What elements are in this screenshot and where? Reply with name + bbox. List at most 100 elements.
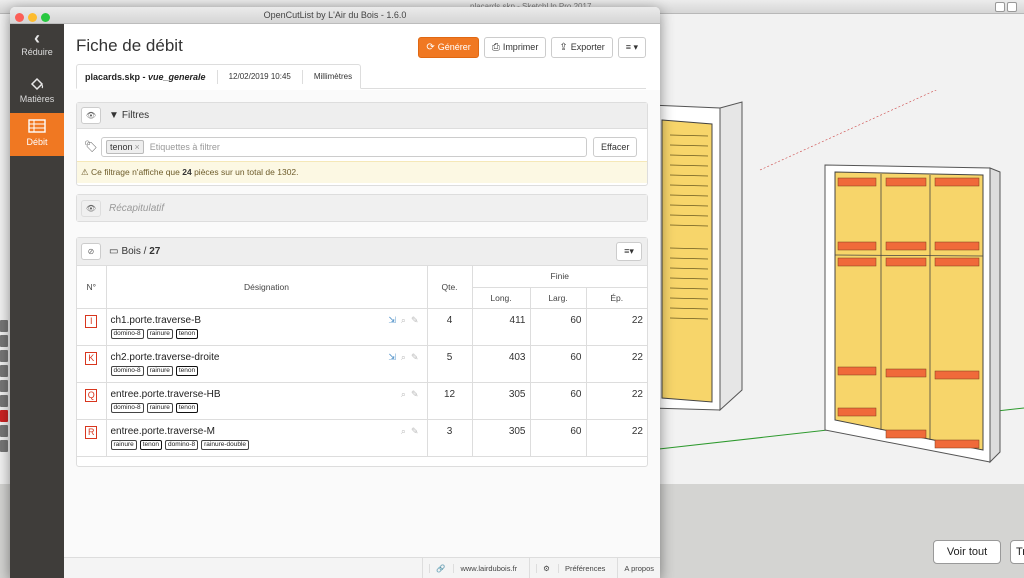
- table-row[interactable]: I ch1.porte.traverse-B domino-8 rainure te…: [77, 308, 647, 346]
- sidebar-item-label: Débit: [26, 137, 48, 147]
- page-title: Fiche de débit: [76, 36, 183, 55]
- cabinet-model[interactable]: [650, 90, 1024, 490]
- pencil-icon[interactable]: ✎: [411, 315, 419, 326]
- part-tag[interactable]: domino-8: [110, 328, 144, 339]
- preferences-link[interactable]: ⚙ Préférences: [529, 557, 617, 578]
- filters-panel: 👁 ▼ Filtres 🏷 tenon × Etiquettes à filtre…: [76, 102, 648, 186]
- paint-bucket-icon: [10, 76, 64, 94]
- eye-slash-toggle-button[interactable]: ⊘: [81, 243, 101, 260]
- col-no[interactable]: N°: [77, 266, 107, 309]
- print-button[interactable]: ⎙ Imprimer: [483, 37, 547, 58]
- sidebar-item-reduire[interactable]: ‹ Réduire: [10, 24, 64, 70]
- eye-toggle-button[interactable]: 👁: [81, 107, 101, 124]
- sidebar-item-label: Matières: [19, 94, 55, 104]
- part-qte: 4: [427, 308, 473, 346]
- part-tag[interactable]: rainure: [146, 402, 173, 413]
- dimension-edit-icon[interactable]: ⇲: [388, 352, 396, 363]
- part-ep: 22: [586, 345, 647, 383]
- site-link[interactable]: 🔗 www.lairdubois.fr: [422, 557, 529, 578]
- part-tag[interactable]: tenon: [175, 365, 199, 376]
- remove-chip-icon[interactable]: ×: [135, 142, 140, 152]
- col-larg[interactable]: Larg.: [530, 287, 587, 309]
- col-designation[interactable]: Désignation: [106, 266, 428, 309]
- part-letter: I: [85, 314, 98, 328]
- header-menu-button[interactable]: ≡ ▾: [617, 37, 646, 58]
- recap-title: Récapitulatif: [109, 202, 165, 214]
- row-actions: ⌕ ✎: [401, 389, 419, 400]
- gear-icon: ⚙: [536, 563, 558, 573]
- tag-icon: 🏷: [84, 141, 98, 153]
- part-qte: 3: [427, 419, 473, 457]
- search-icon[interactable]: ⌕: [401, 352, 406, 363]
- sidebar-item-label: Réduire: [21, 47, 53, 57]
- minimize-window-button[interactable]: [28, 13, 37, 22]
- file-tab[interactable]: placards.skp - vue_generale 12/02/2019 1…: [76, 64, 362, 89]
- part-qte: 5: [427, 345, 473, 383]
- part-ep: 22: [586, 382, 647, 420]
- export-button[interactable]: ⇪ Exporter: [551, 37, 613, 58]
- part-qte: 12: [427, 382, 473, 420]
- pencil-icon[interactable]: ✎: [411, 426, 419, 437]
- file-tab-bar: placards.skp - vue_generale 12/02/2019 1…: [76, 64, 646, 89]
- pencil-icon[interactable]: ✎: [411, 352, 419, 363]
- filter-icon: ▼: [109, 110, 119, 121]
- sidebar-item-matieres[interactable]: Matières: [10, 70, 64, 113]
- sidebar-item-debit[interactable]: Débit: [10, 113, 64, 156]
- content-area: 👁 ▼ Filtres 🏷 tenon × Etiquettes à filtre…: [64, 90, 660, 558]
- search-icon[interactable]: ⌕: [401, 426, 406, 437]
- part-letter: Q: [85, 388, 98, 402]
- sketchup-window-controls[interactable]: [994, 0, 1024, 14]
- part-name: ch2.porte.traverse-droite: [110, 351, 220, 363]
- part-tag[interactable]: domino-8: [110, 365, 144, 376]
- bois-header: ⊘ ▭ Bois / 27 ≡▾: [77, 238, 647, 266]
- table-row[interactable]: Q entree.porte.traverse-HB domino-8 rainu…: [77, 382, 647, 420]
- part-tag[interactable]: tenon: [139, 439, 163, 450]
- tag-filter-placeholder: Etiquettes à filtrer: [149, 141, 220, 152]
- part-tag[interactable]: tenon: [175, 402, 199, 413]
- maximize-window-button[interactable]: [41, 13, 50, 22]
- part-tag[interactable]: rainure: [146, 328, 173, 339]
- about-link[interactable]: A propos: [617, 557, 660, 578]
- table-row[interactable]: R entree.porte.traverse-M rainure tenon do…: [77, 419, 647, 457]
- dimension-edit-icon[interactable]: ⇲: [388, 315, 396, 326]
- link-icon: 🔗: [429, 563, 454, 573]
- voir-tout-button[interactable]: Voir tout: [933, 540, 1001, 564]
- part-long: 403: [472, 345, 531, 383]
- part-name: ch1.porte.traverse-B: [110, 314, 202, 326]
- header-toolbar: ⟳ Générer ⎙ Imprimer ⇪ Exporter ≡ ▾: [418, 37, 646, 58]
- tag-filter-input[interactable]: tenon × Etiquettes à filtrer: [101, 136, 587, 157]
- part-tag[interactable]: rainure-double: [201, 439, 250, 450]
- part-tags: domino-8 rainure tenon: [110, 328, 427, 339]
- eye-toggle-button[interactable]: 👁: [81, 199, 101, 217]
- pencil-icon[interactable]: ✎: [411, 389, 419, 400]
- part-name: entree.porte.traverse-HB: [110, 388, 221, 400]
- col-long[interactable]: Long.: [472, 287, 531, 309]
- bois-menu-button[interactable]: ≡▾: [616, 242, 642, 261]
- tra-button[interactable]: Tra: [1010, 540, 1024, 564]
- export-icon: ⇪: [559, 42, 568, 53]
- search-icon[interactable]: ⌕: [401, 389, 406, 400]
- clear-filter-button[interactable]: Effacer: [593, 136, 638, 157]
- generate-button[interactable]: ⟳ Générer: [418, 37, 479, 58]
- filter-chip[interactable]: tenon ×: [106, 139, 144, 154]
- part-long: 305: [472, 382, 531, 420]
- part-tag[interactable]: rainure: [110, 439, 137, 450]
- sketchup-toolbar[interactable]: [0, 320, 8, 470]
- part-ep: 22: [586, 419, 647, 457]
- search-icon[interactable]: ⌕: [401, 315, 406, 326]
- part-long: 305: [472, 419, 531, 457]
- bois-title: Bois / 27: [121, 246, 161, 257]
- part-tags: rainure tenon domino-8 rainure-double: [110, 439, 427, 450]
- part-tag[interactable]: domino-8: [110, 402, 144, 413]
- main-panel: Fiche de débit ⟳ Générer ⎙ Imprimer ⇪ Expor…: [64, 24, 660, 578]
- tag-filter-row: 🏷 tenon × Etiquettes à filtrer Effacer: [81, 136, 643, 157]
- part-larg: 60: [530, 345, 587, 383]
- col-qte[interactable]: Qte.: [427, 266, 473, 309]
- part-tag[interactable]: rainure: [146, 365, 173, 376]
- part-tag[interactable]: tenon: [175, 328, 199, 339]
- col-ep[interactable]: Ép.: [586, 287, 647, 309]
- close-window-button[interactable]: [15, 13, 24, 22]
- part-tag[interactable]: domino-8: [165, 439, 199, 450]
- filters-title: Filtres: [121, 110, 150, 121]
- table-row[interactable]: K ch2.porte.traverse-droite domino-8 rain…: [77, 345, 647, 383]
